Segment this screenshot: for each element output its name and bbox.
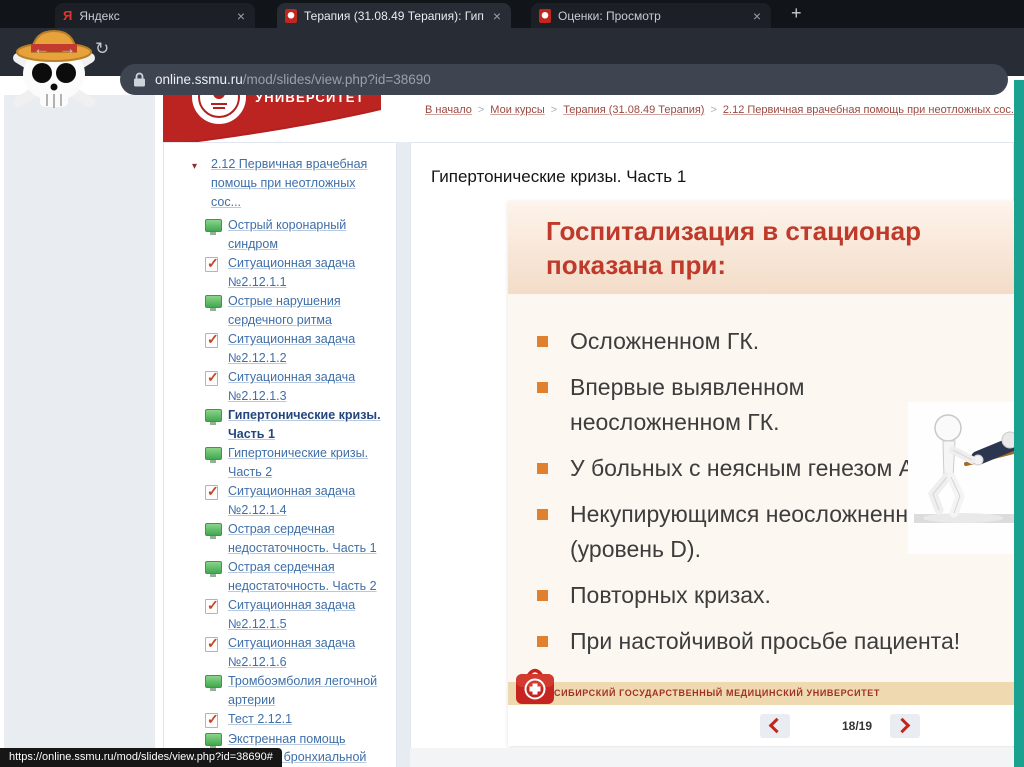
slide-bullet: При настойчивой просьбе пациента! [528, 624, 1014, 659]
breadcrumb-link-my-courses[interactable]: Мои курсы [490, 104, 544, 116]
panel-gap [397, 142, 410, 767]
breadcrumb-separator: > [550, 104, 558, 116]
patient-transport-figure-image [908, 402, 1014, 559]
course-section-row: ▾ 2.12 Первичная врачебная помощь при не… [164, 143, 396, 214]
tab-yandex[interactable]: Я Яндекс × [55, 3, 255, 28]
quiz-icon [205, 710, 219, 729]
previous-slide-button[interactable] [760, 714, 790, 738]
slides-icon [205, 675, 222, 691]
slide-footer-band: СИБИРСКИЙ ГОСУДАРСТВЕННЫЙ МЕДИЦИНСКИЙ УН… [508, 668, 1014, 705]
tab-therapy-presentation[interactable]: Терапия (31.08.49 Терапия): Гип × [277, 3, 511, 28]
slides-icon [205, 219, 222, 235]
ssmu-crest-icon [285, 8, 297, 23]
quiz-icon [205, 634, 219, 653]
new-tab-button[interactable]: + [791, 3, 802, 24]
course-activity-list: Острый коронарный синдром Ситуационная з… [164, 216, 396, 767]
nav-item-hypertensive-crises-2[interactable]: Гипертонические кризы. Часть 2 [164, 444, 396, 482]
reload-button[interactable]: ↻ [95, 39, 109, 59]
slide-pager: 18/19 [508, 705, 1014, 746]
address-bar[interactable]: online.ssmu.ru/mod/slides/view.php?id=38… [120, 64, 1008, 95]
nav-item-task-2-12-1-4[interactable]: Ситуационная задача №2.12.1.4 [164, 482, 396, 520]
tab-title: Оценки: Просмотр [558, 8, 661, 23]
slide-bullet: Осложненном ГК. [528, 324, 1014, 359]
page-title: Гипертонические кризы. Часть 1 [431, 167, 687, 186]
tab-strip: Я Яндекс × Терапия (31.08.49 Терапия): Г… [0, 0, 1024, 28]
quiz-icon [205, 254, 219, 273]
forward-button[interactable]: → [59, 39, 76, 59]
nav-item-heart-failure-1[interactable]: Острая сердечная недостаточность. Часть … [164, 520, 396, 558]
breadcrumb-link-home[interactable]: В начало [425, 104, 472, 116]
slide-heading-band: Госпитализация в стационар показана при: [508, 201, 1014, 294]
browser-window: УНИВЕРСИТЕТ В начало > Мои курсы > Терапия (… [0, 0, 1024, 767]
slides-icon [205, 295, 222, 311]
nav-item-arrhythmia[interactable]: Острые нарушения сердечного ритма [164, 292, 396, 330]
next-slide-button[interactable] [890, 714, 920, 738]
browser-toolbar: online.ssmu.ru/mod/slides/view.php?id=38… [0, 28, 1024, 95]
breadcrumb-link-section[interactable]: 2.12 Первичная врачебная помощь при неот… [723, 104, 1014, 116]
close-tab-icon[interactable]: × [751, 9, 763, 23]
nav-item-test-2-12-1[interactable]: Тест 2.12.1 [164, 710, 396, 730]
slides-icon [205, 561, 222, 577]
slide-heading-line: Госпитализация в стационар [546, 216, 921, 246]
nav-item-task-2-12-1-5[interactable]: Ситуационная задача №2.12.1.5 [164, 596, 396, 634]
status-bar-url: https://online.ssmu.ru/mod/slides/view.p… [0, 748, 282, 767]
chevron-right-icon [894, 717, 911, 734]
back-button[interactable]: ← [33, 39, 50, 59]
right-edge-accent-bar [1014, 80, 1024, 767]
yandex-icon: Я [63, 8, 73, 23]
slides-icon [205, 523, 222, 539]
nav-item-heart-failure-2[interactable]: Острая сердечная недостаточность. Часть … [164, 558, 396, 596]
quiz-icon [205, 368, 219, 387]
nav-item-acute-coronary[interactable]: Острый коронарный синдром [164, 216, 396, 254]
nav-item-task-2-12-1-3[interactable]: Ситуационная задача №2.12.1.3 [164, 368, 396, 406]
breadcrumb-link-course[interactable]: Терапия (31.08.49 Терапия) [563, 104, 704, 116]
close-tab-icon[interactable]: × [491, 9, 503, 23]
course-navigation-panel: ▾ 2.12 Первичная врачебная помощь при не… [163, 142, 397, 767]
chevron-left-icon [768, 717, 785, 734]
url-host: online.ssmu.ru [155, 72, 243, 87]
breadcrumb-separator: > [710, 104, 717, 116]
nav-item-task-2-12-1-1[interactable]: Ситуационная задача №2.12.1.1 [164, 254, 396, 292]
quiz-icon [205, 596, 219, 615]
slide-body: Осложненном ГК. Впервые выявленном неосл… [508, 294, 1014, 682]
collapse-triangle-icon[interactable]: ▾ [192, 157, 197, 176]
nav-item-task-2-12-1-6[interactable]: Ситуационная задача №2.12.1.6 [164, 634, 396, 672]
breadcrumb: В начало > Мои курсы > Терапия (31.08.49 Тер… [425, 104, 1014, 120]
presentation-slide: Госпитализация в стационар показана при:… [508, 201, 1014, 746]
breadcrumb-separator: > [477, 104, 485, 116]
close-tab-icon[interactable]: × [235, 9, 247, 23]
quiz-icon [205, 482, 219, 501]
slide-bullet: Повторных кризах. [528, 578, 1014, 613]
nav-item-pulmonary-embolism[interactable]: Тромбоэмболия легочной артерии [164, 672, 396, 710]
ssmu-crest-icon [539, 8, 551, 23]
slide-footer-text: СИБИРСКИЙ ГОСУДАРСТВЕННЫЙ МЕДИЦИНСКИЙ УН… [554, 688, 880, 698]
tab-grades[interactable]: Оценки: Просмотр × [531, 3, 771, 28]
main-content-panel: Гипертонические кризы. Часть 1 Госпитали… [410, 142, 1014, 767]
slide-heading-line: показана при: [546, 250, 727, 280]
nav-item-task-2-12-1-2[interactable]: Ситуационная задача №2.12.1.2 [164, 330, 396, 368]
slides-icon [205, 732, 222, 749]
tab-title: Терапия (31.08.49 Терапия): Гип [304, 8, 484, 23]
nav-item-hypertensive-crises-1[interactable]: Гипертонические кризы. Часть 1 [164, 406, 396, 444]
tab-title: Яндекс [79, 8, 120, 23]
course-section-link[interactable]: 2.12 Первичная врачебная помощь при неот… [211, 157, 367, 209]
slides-icon [205, 409, 222, 425]
slides-icon [205, 447, 222, 463]
padlock-icon [134, 72, 145, 87]
content-footer-strip [410, 748, 1014, 767]
url-path: /mod/slides/view.php?id=38690 [242, 72, 431, 87]
quiz-icon [205, 330, 219, 349]
left-gutter-panel [4, 95, 155, 767]
